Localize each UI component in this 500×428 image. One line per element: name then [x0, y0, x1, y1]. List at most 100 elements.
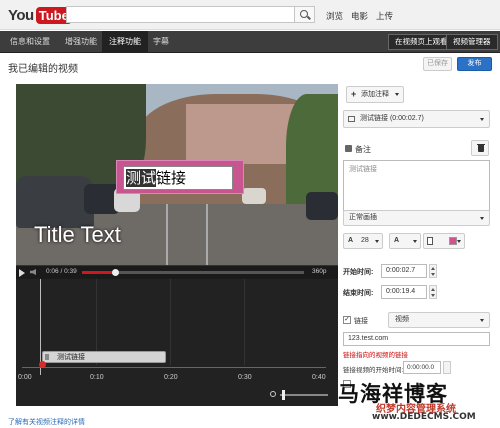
end-time-label: 结束时间:	[343, 290, 374, 297]
annotation-text-highlight: 测试	[126, 169, 157, 187]
timeline-tick-label: 0:20	[164, 374, 178, 381]
end-time-stepper[interactable]	[429, 285, 437, 299]
text-color-icon: A	[394, 237, 400, 244]
timeline-gridline	[244, 279, 245, 365]
timeline-tick-label: 0:10	[90, 374, 104, 381]
tab-info-settings[interactable]: 信息和设置	[3, 31, 57, 53]
page-title: 我已编辑的视频	[8, 64, 78, 75]
progress-bar[interactable]	[82, 269, 304, 276]
quality-button[interactable]: 360p	[312, 268, 326, 275]
font-size-select[interactable]: A 28	[343, 233, 383, 249]
search-button[interactable]	[295, 6, 315, 23]
learn-more-link[interactable]: 了解有关视频注释的详情	[8, 417, 85, 427]
text-color-select[interactable]: A	[389, 233, 421, 249]
style-select-value: 正常画插	[349, 214, 377, 221]
font-size-value: 28	[361, 237, 369, 244]
tab-enhancements[interactable]: 增强功能	[58, 31, 104, 53]
youtube-logo[interactable]: You Tube	[8, 6, 72, 24]
video-car	[242, 188, 266, 204]
video-rail	[166, 204, 168, 265]
top-bar: You Tube 浏览 电影 上传	[0, 0, 500, 30]
timeline-tick-label: 0:30	[238, 374, 252, 381]
start-time-stepper[interactable]	[429, 264, 437, 278]
zoom-icon	[270, 391, 276, 397]
annotation-box[interactable]: 测试链接	[116, 160, 244, 194]
movies-link[interactable]: 电影	[351, 10, 368, 22]
annotation-selector-label: 测试链接 (0:00:02.7)	[360, 115, 424, 122]
annotation-icon	[348, 116, 355, 122]
link-start-time-stepper[interactable]	[443, 361, 451, 374]
time-display: 0:06 / 0:39	[46, 268, 77, 275]
video-car	[306, 192, 338, 220]
background-color-swatch	[449, 237, 457, 245]
paint-bucket-icon	[427, 237, 433, 245]
editor-nav: 信息和设置 增强功能 注释功能 字幕 在视频页上观看 视频管理器	[0, 31, 500, 53]
video-manager-button[interactable]: 视频管理器	[446, 34, 498, 50]
tab-annotations[interactable]: 注释功能	[102, 31, 148, 53]
progress-handle[interactable]	[112, 269, 120, 276]
timeline-annotation-bar[interactable]: 测试链接	[42, 351, 166, 363]
style-select[interactable]: 正常画插	[343, 210, 490, 226]
link-checkbox[interactable]: ✓	[343, 316, 351, 324]
link-start-time-input[interactable]: 0:00:00.0	[403, 361, 441, 374]
start-time-input[interactable]: 0:00:02.7	[381, 264, 427, 278]
play-icon[interactable]	[19, 269, 25, 277]
stepper-down-icon[interactable]	[431, 294, 435, 297]
end-time-input[interactable]: 0:00:19.4	[381, 285, 427, 299]
link-start-time-label: 链接视频的开始时间:	[343, 367, 404, 374]
add-annotation-button[interactable]: + 添加注释	[346, 86, 404, 103]
link-label: 链接	[354, 318, 368, 325]
stepper-up-icon[interactable]	[431, 288, 435, 291]
timeline-tick-label: 0:00	[18, 374, 32, 381]
chevron-down-icon	[480, 319, 484, 322]
volume-icon[interactable]	[30, 269, 36, 275]
video-rail	[206, 204, 208, 265]
note-type-label: 备注	[355, 145, 371, 154]
annotation-text-rest: 链接	[156, 169, 187, 187]
annotation-text[interactable]: 测试链接	[123, 166, 233, 190]
trash-icon	[478, 145, 484, 152]
link-type-value: 视频	[395, 316, 409, 323]
annotation-selector[interactable]: 测试链接 (0:00:02.7)	[343, 110, 490, 128]
plus-icon: +	[351, 89, 357, 99]
zoom-slider[interactable]	[280, 394, 328, 396]
link-url-input[interactable]: 123.test.com	[343, 332, 490, 346]
chevron-down-icon	[480, 217, 484, 220]
video-car	[16, 176, 94, 228]
link-error-message: 链接指向的视频的链接	[343, 352, 408, 359]
stepper-up-icon[interactable]	[431, 267, 435, 270]
add-annotation-label: 添加注释	[361, 91, 389, 98]
video-title-text: Title Text	[34, 222, 121, 247]
upload-link[interactable]: 上传	[376, 10, 393, 22]
annotation-timeline: 测试链接 0:00 0:10 0:20 0:30 0:40	[16, 279, 338, 406]
player-controls: 0:06 / 0:39 360p	[16, 265, 338, 278]
video-frame[interactable]: 测试链接 Title Text	[16, 84, 338, 265]
timeline-bar-label: 测试链接	[57, 354, 85, 361]
start-time-label: 开始时间:	[343, 269, 374, 276]
chevron-down-icon	[413, 240, 417, 243]
timeline-gridline	[170, 279, 171, 365]
zoom-slider-handle[interactable]	[282, 390, 285, 400]
chevron-down-icon	[395, 93, 399, 96]
saved-button[interactable]: 已保存	[423, 57, 452, 71]
watermark: 马海祥博客 织梦内容管理系统 www.DEDECMS.COM	[336, 378, 500, 426]
publish-button[interactable]: 发布	[457, 57, 492, 71]
chevron-down-icon	[480, 118, 484, 121]
chevron-down-icon	[375, 240, 379, 243]
browse-link[interactable]: 浏览	[326, 10, 343, 22]
link-type-select[interactable]: 视频	[388, 312, 490, 328]
grip-handle-icon[interactable]	[45, 354, 49, 360]
stepper-down-icon[interactable]	[431, 273, 435, 276]
search-input[interactable]	[66, 6, 295, 23]
logo-you: You	[8, 6, 34, 24]
delete-annotation-button[interactable]	[471, 140, 489, 156]
timeline-axis	[22, 367, 326, 368]
view-on-watch-page-button[interactable]: 在视频页上观看	[388, 34, 455, 50]
annotation-text-input[interactable]: 测试链接	[343, 160, 490, 211]
font-size-icon: A	[348, 237, 354, 244]
progress-fill	[82, 271, 116, 274]
chevron-down-icon	[457, 240, 461, 243]
top-links: 浏览 电影 上传	[326, 10, 393, 22]
tab-captions[interactable]: 字幕	[146, 31, 176, 53]
watermark-url: www.DEDECMS.COM	[372, 412, 476, 422]
